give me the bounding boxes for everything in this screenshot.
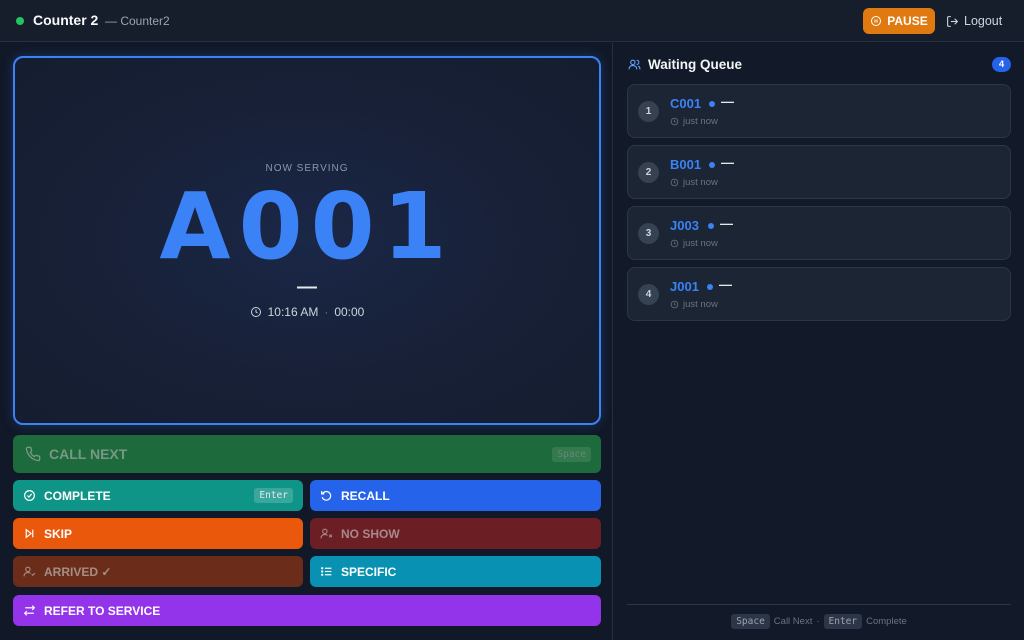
- user-check-icon: [23, 566, 36, 577]
- logout-label: Logout: [964, 14, 1003, 28]
- queue-header: Waiting Queue: [628, 57, 742, 72]
- queue-wait-time: just now: [670, 299, 718, 310]
- phone-icon: [25, 446, 41, 462]
- queue-service: —: [721, 94, 734, 109]
- recall-button[interactable]: RECALL: [310, 480, 601, 511]
- queue-time-label: just now: [683, 238, 718, 249]
- queue-wait-time: just now: [670, 116, 718, 127]
- queue-count-badge: 4: [992, 57, 1011, 72]
- arrived-button[interactable]: ARRIVED ✓: [13, 556, 303, 587]
- current-ticket-number: A001: [159, 173, 455, 280]
- queue-item[interactable]: 1 C001 — just now: [627, 84, 1011, 138]
- queue-status-dot: [708, 223, 714, 229]
- list-icon: [321, 567, 332, 576]
- serving-meta: 10:16 AM · 00:00: [15, 305, 599, 319]
- serving-pane: NOW SERVING A001 — 10:16 AM · 00:00 CALL…: [0, 43, 613, 640]
- arrived-label: ARRIVED ✓: [44, 564, 112, 579]
- check-circle-icon: [24, 490, 35, 501]
- hint-complete: Complete: [866, 616, 907, 627]
- pause-button[interactable]: PAUSE: [863, 8, 935, 34]
- refer-to-service-button[interactable]: REFER TO SERVICE: [13, 595, 601, 626]
- pause-circle-icon: [871, 16, 882, 26]
- arrows-swap-icon: [23, 605, 36, 616]
- complete-shortcut: Enter: [254, 488, 293, 503]
- queue-item[interactable]: 2 B001 — just now: [627, 145, 1011, 199]
- counter-title: Counter 2: [33, 12, 99, 28]
- no-show-label: NO SHOW: [341, 526, 400, 541]
- clock-icon: [670, 300, 679, 309]
- queue-time-label: just now: [683, 299, 718, 310]
- meta-separator: ·: [324, 305, 329, 319]
- skip-button[interactable]: SKIP: [13, 518, 303, 549]
- queue-position: 3: [638, 223, 659, 244]
- pause-label: PAUSE: [887, 14, 928, 28]
- queue-status-dot: [709, 101, 715, 107]
- elapsed-time: 00:00: [334, 305, 365, 319]
- queue-ticket: B001: [670, 157, 702, 172]
- call-next-button[interactable]: CALL NEXT Space: [13, 435, 601, 473]
- hint-call-next: Call Next: [773, 616, 813, 627]
- queue-status-dot: [707, 284, 713, 290]
- queue-item[interactable]: 3 J003 — just now: [627, 206, 1011, 260]
- specific-button[interactable]: SPECIFIC: [310, 556, 601, 587]
- call-next-shortcut: Space: [552, 446, 591, 462]
- hint-separator: ·: [816, 616, 820, 627]
- queue-item[interactable]: 4 J001 — just now: [627, 267, 1011, 321]
- current-service-name: —: [297, 276, 317, 298]
- top-header: Counter 2 — Counter2 PAUSE Logout: [0, 0, 1024, 42]
- complete-label: COMPLETE: [44, 488, 111, 503]
- queue-position: 1: [638, 101, 659, 122]
- complete-button[interactable]: COMPLETE Enter: [13, 480, 303, 511]
- clock-icon: [670, 178, 679, 187]
- refer-label: REFER TO SERVICE: [44, 603, 161, 618]
- queue-time-label: just now: [683, 116, 718, 127]
- footer-divider: [627, 604, 1011, 605]
- clock-icon: [670, 239, 679, 248]
- hint-key-space: Space: [731, 614, 770, 629]
- skip-label: SKIP: [44, 526, 73, 541]
- keyboard-hints: Space Call Next · Enter Complete: [614, 614, 1024, 629]
- waiting-queue-pane: Waiting Queue 4 1 C001 — just now 2 B001…: [614, 43, 1024, 640]
- now-serving-card: NOW SERVING A001 — 10:16 AM · 00:00: [13, 56, 601, 425]
- queue-ticket: C001: [670, 96, 702, 111]
- queue-ticket: J003: [670, 218, 699, 233]
- specific-label: SPECIFIC: [341, 564, 397, 579]
- queue-wait-time: just now: [670, 238, 718, 249]
- clock-icon: [250, 307, 261, 317]
- queue-service: —: [720, 216, 733, 231]
- user-x-icon: [320, 528, 333, 539]
- queue-ticket: J001: [670, 279, 699, 294]
- rotate-ccw-icon: [321, 490, 332, 501]
- queue-time-label: just now: [683, 177, 718, 188]
- logout-icon: [947, 15, 959, 27]
- called-time: 10:16 AM: [267, 305, 319, 319]
- queue-title: Waiting Queue: [648, 57, 742, 72]
- queue-position: 4: [638, 284, 659, 305]
- recall-label: RECALL: [341, 488, 390, 503]
- counter-subtitle: — Counter2: [105, 14, 170, 28]
- queue-position: 2: [638, 162, 659, 183]
- online-status-dot: [16, 17, 24, 25]
- queue-service: —: [721, 155, 734, 170]
- hint-key-enter: Enter: [823, 614, 863, 629]
- queue-status-dot: [709, 162, 715, 168]
- skip-forward-icon: [25, 528, 34, 539]
- logout-button[interactable]: Logout: [946, 12, 1002, 30]
- users-icon: [628, 59, 641, 70]
- queue-wait-time: just now: [670, 177, 718, 188]
- clock-icon: [670, 117, 679, 126]
- no-show-button[interactable]: NO SHOW: [310, 518, 601, 549]
- queue-service: —: [719, 277, 732, 292]
- call-next-label: CALL NEXT: [49, 446, 128, 462]
